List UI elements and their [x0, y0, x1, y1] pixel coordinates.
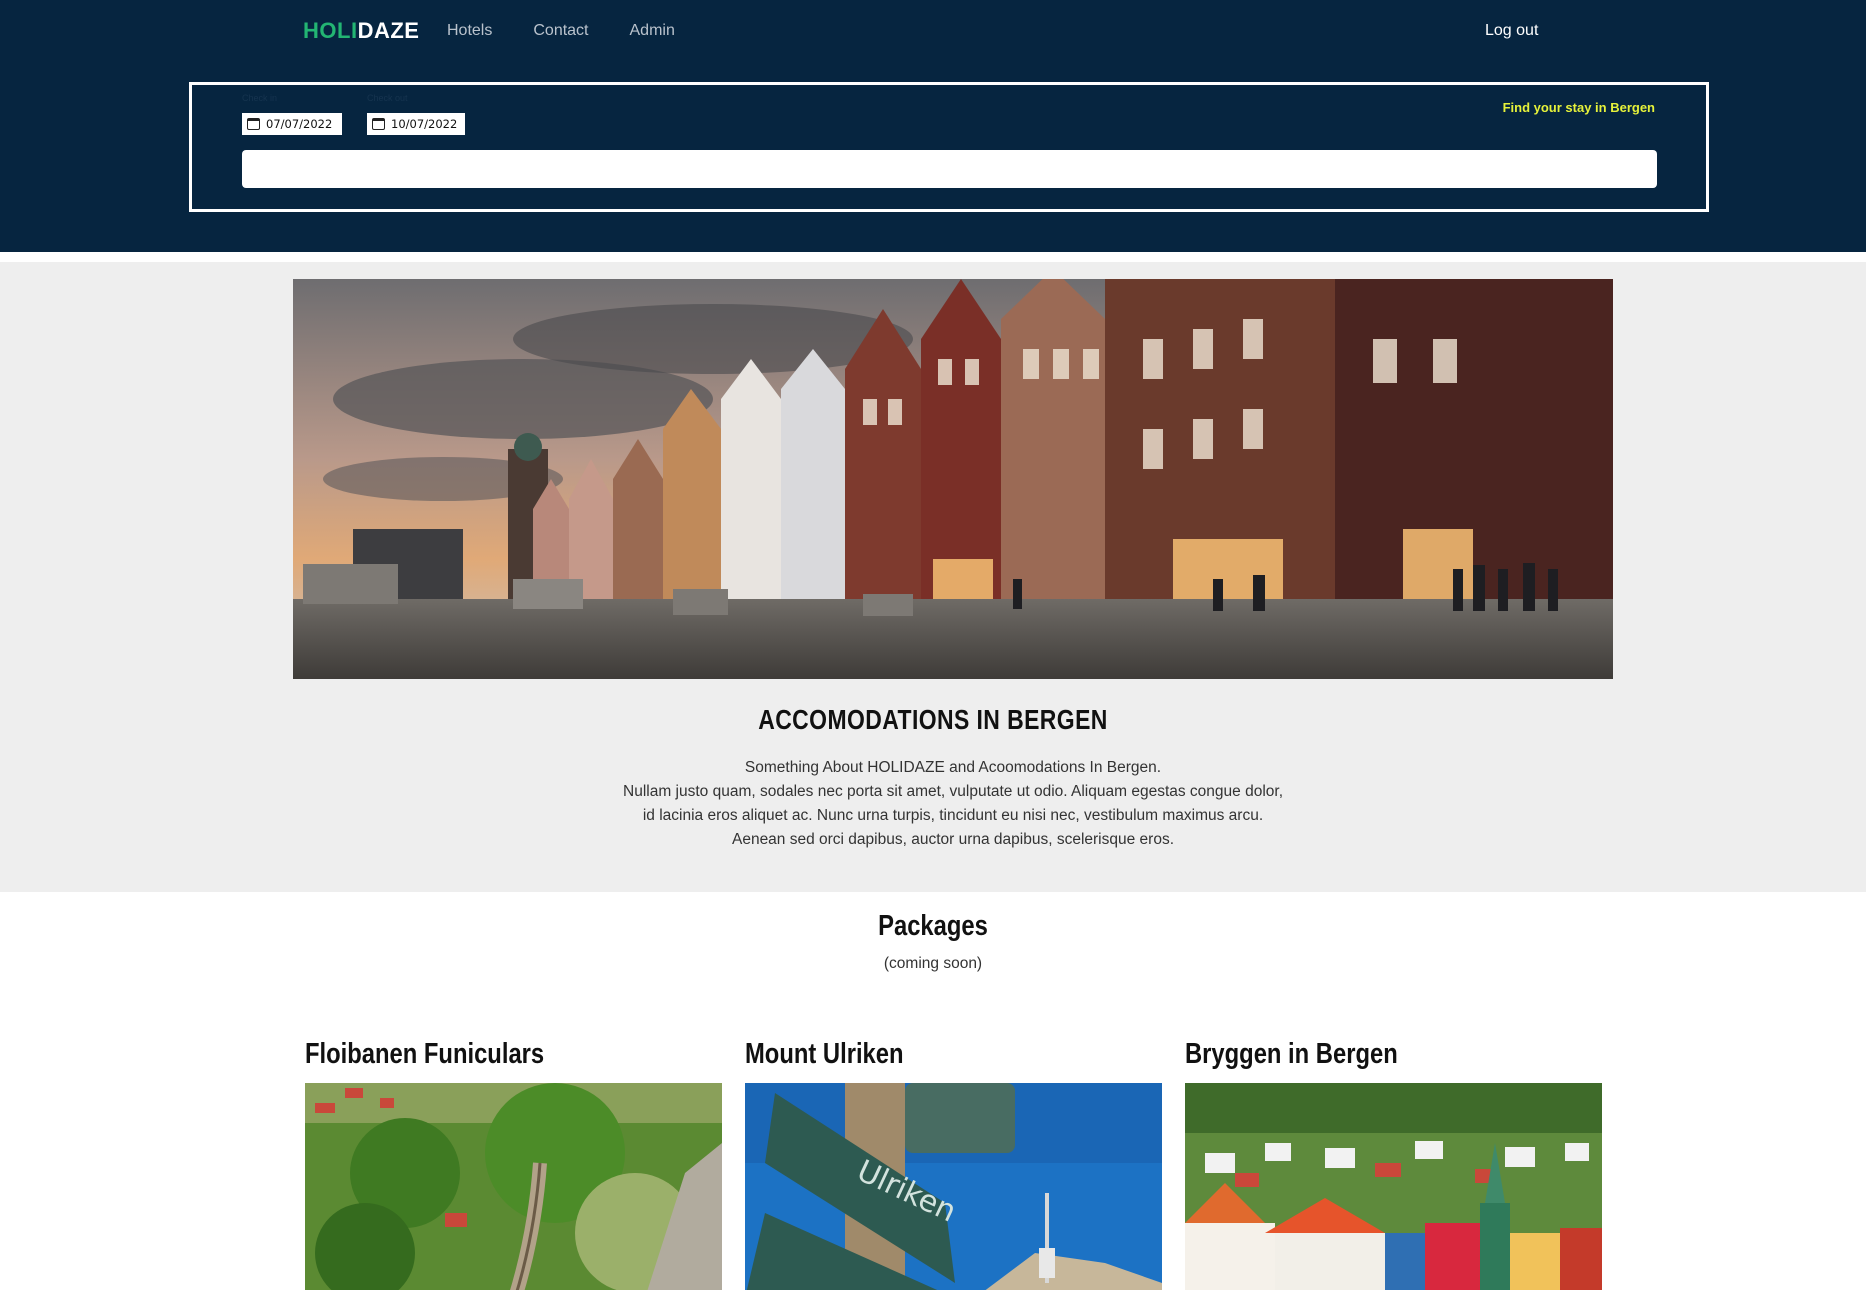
package-image-ulriken-sign: Ulriken — [745, 1083, 1162, 1290]
package-card-floibanen[interactable]: Floibanen Funiculars — [305, 1038, 722, 1290]
hero-description-paragraph: Nullam justo quam, sodales nec porta sit… — [623, 783, 1283, 848]
check-out-label: Check out — [367, 93, 408, 103]
search-panel: Check in 07/07/2022 Check out 10/07/2022… — [189, 82, 1709, 212]
check-in-date-input[interactable]: 07/07/2022 — [242, 113, 342, 135]
hero-image-bergen-street — [293, 279, 1613, 679]
calendar-icon — [247, 118, 260, 130]
package-card-title: Mount Ulriken — [745, 1038, 904, 1070]
brand-logo[interactable]: HOLIDAZE — [303, 18, 419, 44]
package-card-ulriken[interactable]: Mount Ulriken Ulriken — [745, 1038, 1162, 1290]
package-image-funicular — [305, 1083, 722, 1290]
top-header: HOLIDAZE Hotels Contact Admin Log out Ch… — [0, 0, 1866, 252]
check-in-date-value: 07/07/2022 — [266, 117, 333, 131]
find-stay-text: Find your stay in Bergen — [1502, 100, 1655, 115]
check-out-date-value: 10/07/2022 — [391, 117, 458, 131]
packages-title: Packages — [878, 910, 988, 942]
brand-logo-part1: HOLI — [303, 18, 358, 43]
package-card-title: Floibanen Funiculars — [305, 1038, 545, 1070]
hotel-search-input[interactable] — [242, 150, 1657, 188]
check-in-label: Check in — [242, 93, 278, 103]
package-card-title: Bryggen in Bergen — [1185, 1038, 1398, 1070]
hero-description-line1: Something About HOLIDAZE and Acoomodatio… — [744, 759, 1162, 776]
hero-description: Something About HOLIDAZE and Acoomodatio… — [620, 756, 1286, 852]
nav-link-admin[interactable]: Admin — [630, 22, 675, 40]
nav-link-contact[interactable]: Contact — [533, 22, 588, 40]
main-nav: Hotels Contact Admin — [447, 22, 675, 40]
calendar-icon — [372, 118, 385, 130]
hero-title: ACCOMODATIONS IN BERGEN — [758, 704, 1108, 735]
package-card-bryggen[interactable]: Bryggen in Bergen — [1185, 1038, 1602, 1290]
nav-link-hotels[interactable]: Hotels — [447, 22, 492, 40]
logout-link[interactable]: Log out — [1485, 22, 1538, 40]
packages-subtitle: (coming soon) — [883, 955, 983, 972]
package-image-bryggen — [1185, 1083, 1602, 1290]
check-out-date-input[interactable]: 10/07/2022 — [367, 113, 465, 135]
brand-logo-part2: DAZE — [357, 18, 420, 43]
hero-section: ACCOMODATIONS IN BERGEN Something About … — [0, 262, 1866, 892]
